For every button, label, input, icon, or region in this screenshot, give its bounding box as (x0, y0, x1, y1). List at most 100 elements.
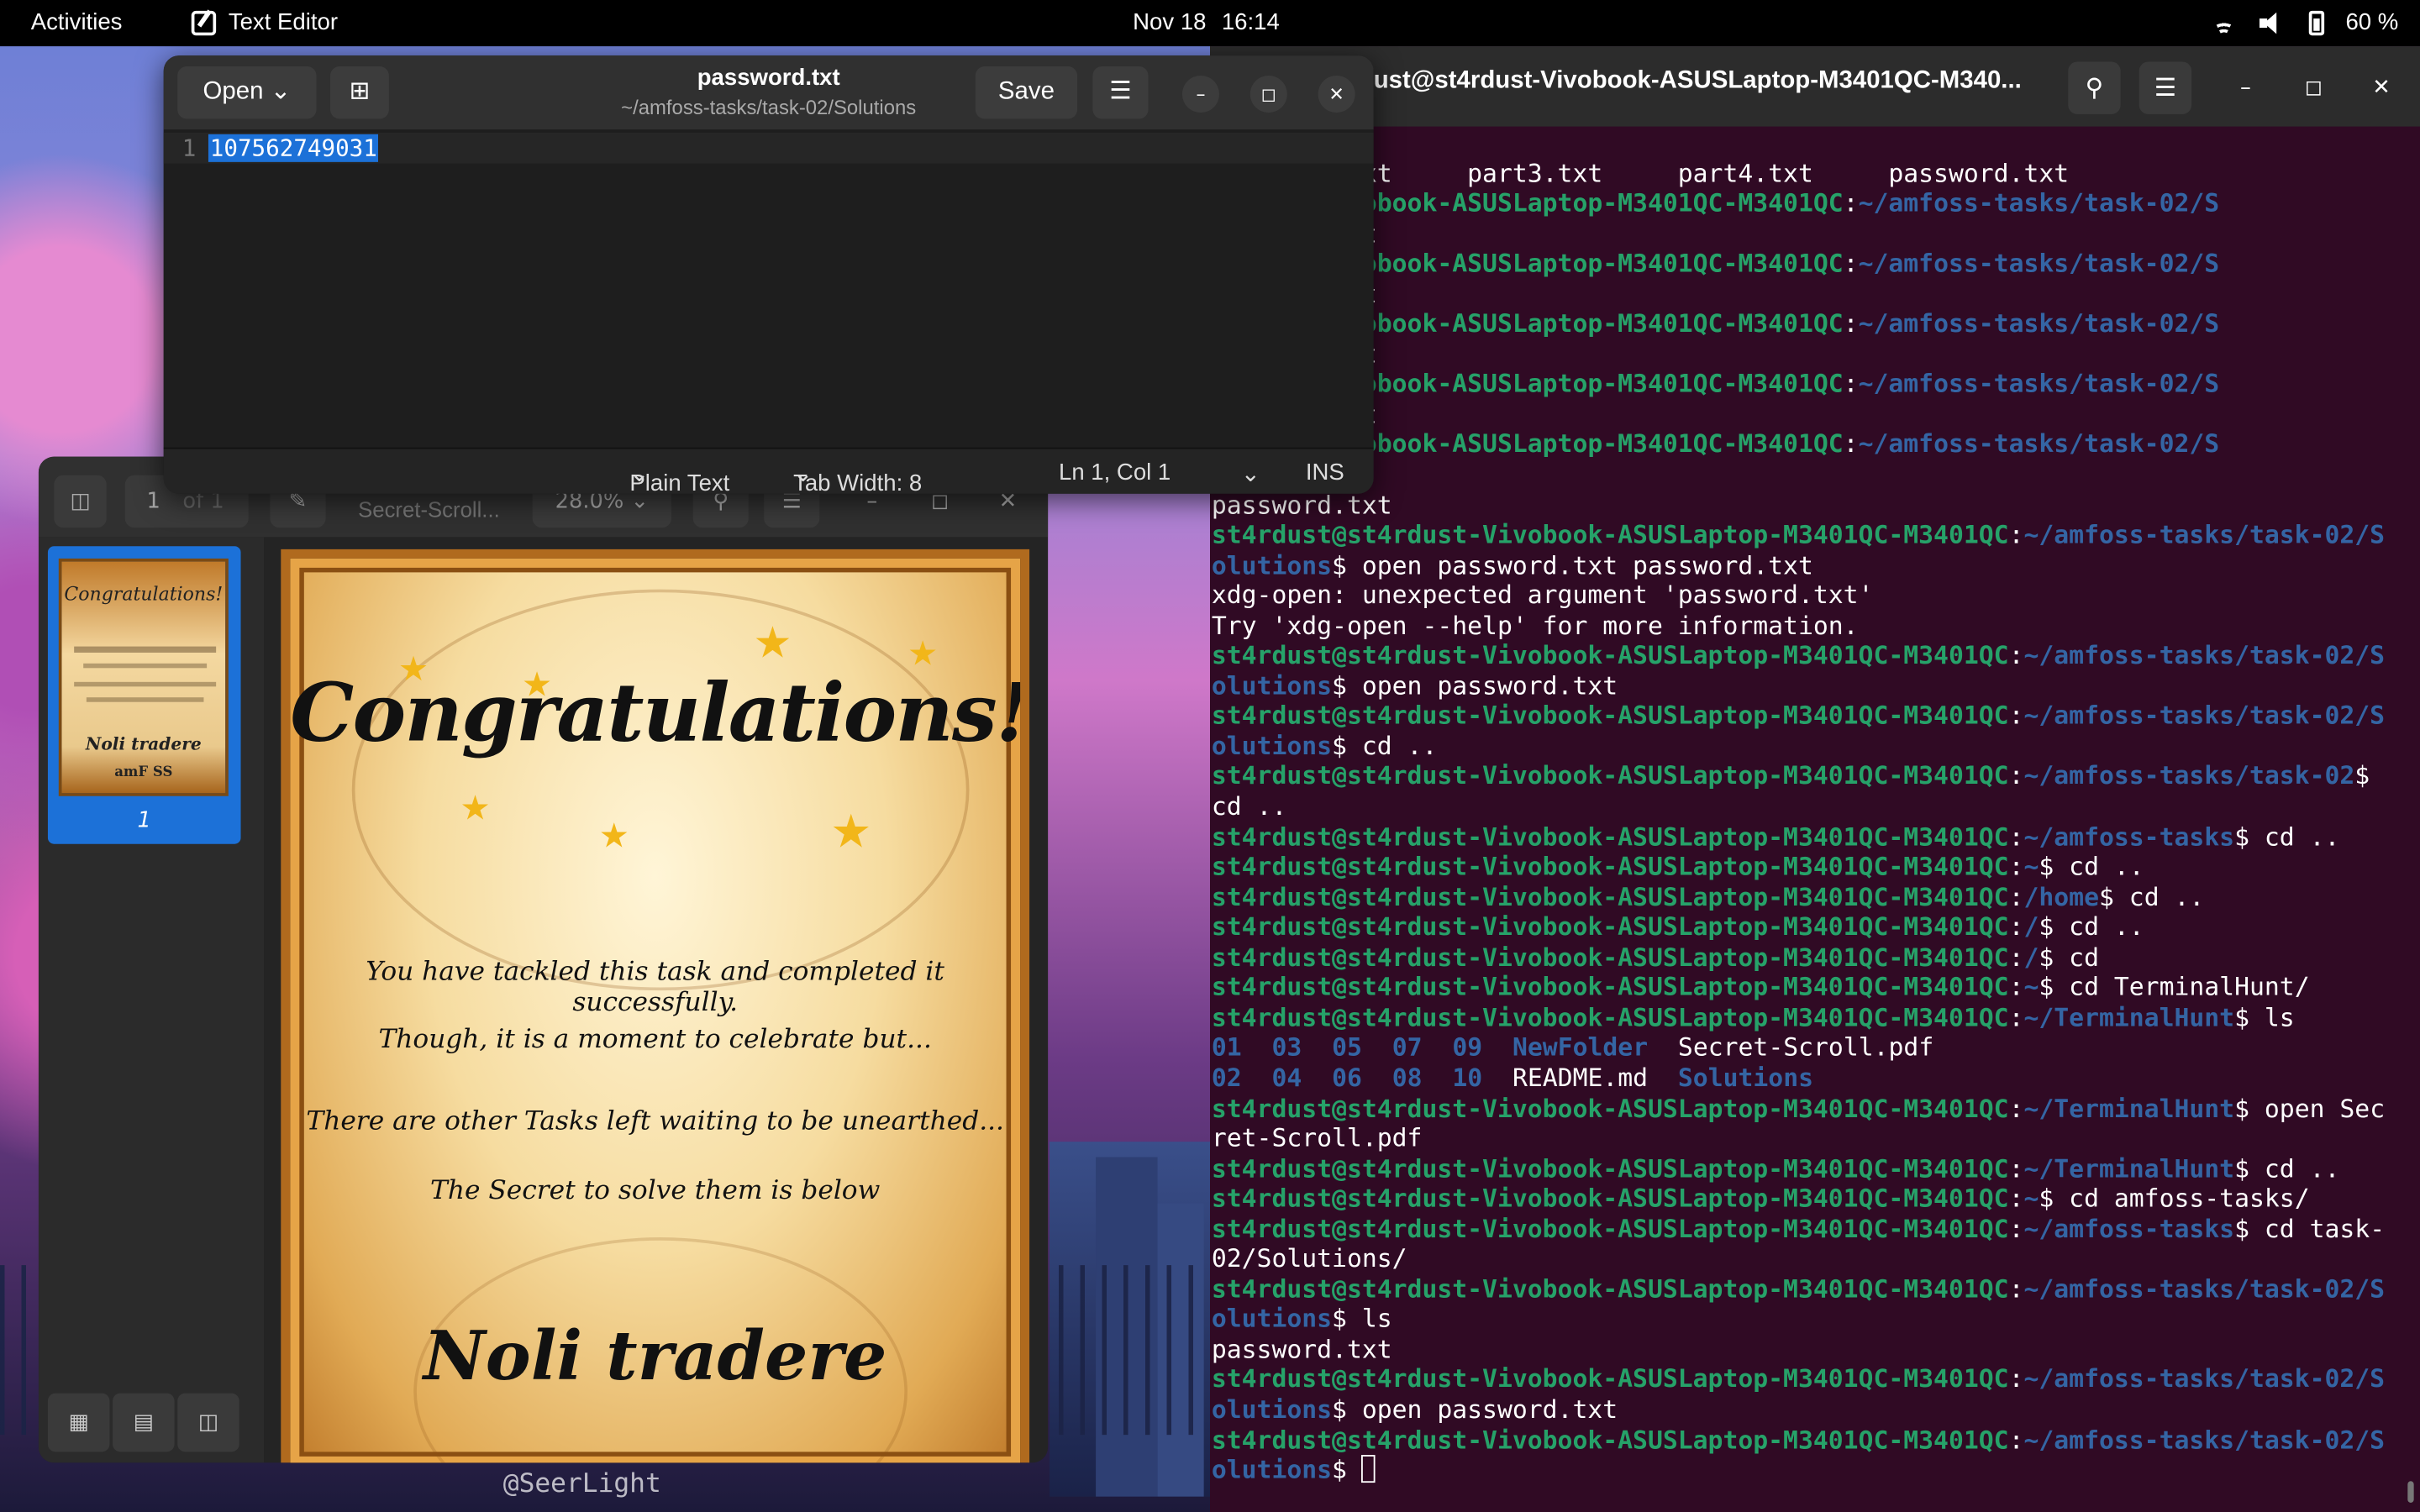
activities-button[interactable]: Activities (31, 9, 123, 35)
star-decoration: ★ (830, 805, 872, 860)
star-decoration: ★ (598, 817, 629, 857)
language-label: Plain Text (629, 470, 730, 494)
terminal-line: 02/Solutions/ (1211, 1243, 1407, 1273)
terminal-line: m part2.txt (1212, 279, 2420, 309)
terminal-line: st4rdust@st4rdust-Vivobook-ASUSLaptop-M3… (1211, 640, 2386, 670)
text-editor-icon (191, 9, 217, 35)
terminal-line: olutions$ open password.txt (1211, 1394, 1618, 1425)
terminal-window[interactable]: ust@st4rdust-Vivobook-ASUSLaptop-M3401QC… (1210, 46, 2420, 1512)
hamburger-menu-icon[interactable]: ☰ (2139, 61, 2192, 114)
minimize-icon[interactable]: – (2226, 68, 2266, 108)
terminal-line: 4rdust-Vivobook-ASUSLaptop-M3401QC-M3401… (1211, 429, 2220, 459)
terminal-line: st4rdust@st4rdust-Vivobook-ASUSLaptop-M3… (1211, 1093, 2386, 1123)
terminal-line: part2.txt part3.txt part4.txt password.t… (1211, 158, 2070, 188)
terminal-line: st4rdust@st4rdust-Vivobook-ASUSLaptop-M3… (1211, 882, 2205, 911)
terminal-cursor (1361, 1455, 1376, 1483)
app-menu[interactable]: Text Editor (191, 9, 338, 35)
terminal-line: st4rdust@st4rdust-Vivobook-ASUSLaptop-M3… (1211, 822, 2340, 852)
thumbnails-view-icon[interactable]: ▦ (47, 1393, 110, 1452)
insert-mode-indicator[interactable]: INS (1306, 459, 1344, 486)
search-icon[interactable]: ⚲ (2068, 61, 2121, 114)
terminal-line: 4rdust-Vivobook-ASUSLaptop-M3401QC-M3401… (1211, 249, 2220, 278)
terminal-title: ust@st4rdust-Vivobook-ASUSLaptop-M3401QC… (1373, 67, 2022, 95)
bookmarks-view-icon[interactable]: ◫ (177, 1393, 239, 1452)
page-thumbnail[interactable]: Congratulations! Noli tradere amF SS 1 (47, 546, 241, 844)
terminal-line: ret-Scroll.pdf (1211, 1123, 1423, 1153)
battery-icon (2308, 9, 2324, 35)
watermark: @SeerLight (502, 1468, 661, 1500)
terminal-line: st4rdust@st4rdust-Vivobook-ASUSLaptop-M3… (1211, 972, 2310, 1002)
chevron-down-icon[interactable]: ⌄ (1241, 459, 1260, 487)
terminal-line: st4rdust@st4rdust-Vivobook-ASUSLaptop-M3… (1211, 1273, 2386, 1304)
page-number-value: 1 (146, 489, 160, 514)
hamburger-menu-icon[interactable]: ☰ (1092, 66, 1149, 119)
document-viewer-window[interactable]: ◫ 1 of 1 ✎ Secret-Scroll... 28.0% ⌄ ⚲ ☰ … (38, 456, 1049, 1463)
top-bar: Activities Text Editor Nov 18 16:14 60 % (0, 0, 2420, 47)
compass-decoration (351, 589, 970, 991)
document-line-4: The Secret to solve them is below (430, 1175, 881, 1207)
editor-text-area[interactable]: 1 107562749031 (163, 129, 1374, 448)
volume-icon (2259, 11, 2287, 34)
terminal-line: st4rdust@st4rdust-Vivobook-ASUSLaptop-M3… (1211, 1213, 2386, 1243)
thumb-logo: amF SS (114, 765, 173, 781)
terminal-line: xdg-open: unexpected argument 'password.… (1211, 580, 1874, 610)
terminal-line: password.txt (1211, 1334, 1392, 1364)
sidebar-tools: ▦ ▤ ◫ (47, 1393, 239, 1452)
terminal-header: ust@st4rdust-Vivobook-ASUSLaptop-M3401QC… (1210, 46, 2420, 127)
tab-width-selector[interactable]: Tab Width: 8 ⌄ (793, 459, 922, 494)
terminal-line: olutions$ (1212, 1455, 2420, 1485)
terminal-line: 02 04 06 08 10 README.md Solutions (1211, 1063, 1814, 1093)
thumbnail-sidebar: Congratulations! Noli tradere amF SS 1 ▦… (38, 537, 265, 1463)
selected-text[interactable]: 107562749031 (208, 134, 379, 162)
terminal-line: m part4.txt (1212, 400, 2420, 430)
system-tray[interactable]: 60 % (2210, 9, 2398, 35)
wifi-icon (2210, 12, 2238, 34)
star-decoration: ★ (460, 790, 491, 829)
maximize-icon[interactable]: ◻ (2293, 68, 2333, 108)
document-heading: Congratulations! (290, 666, 1030, 761)
editor-status-bar: Plain Text ⌄ Tab Width: 8 ⌄ Ln 1, Col 1 … (163, 447, 1374, 494)
terminal-line: olutions$ open password.txt (1211, 670, 1618, 701)
line-number: 1 (182, 134, 197, 162)
terminal-line: olutions$ ls (1211, 1304, 1392, 1334)
thumb-heading: Congratulations! (64, 583, 224, 606)
text-editor-window[interactable]: Open ⌄ ⊞ password.txt ~/amfoss-tasks/tas… (163, 55, 1374, 494)
terminal-line: st4rdust@st4rdust-Vivobook-ASUSLaptop-M3… (1211, 1364, 2386, 1394)
terminal-line: Try 'xdg-open --help' for more informati… (1211, 610, 1859, 640)
thumbnail-image: Congratulations! Noli tradere amF SS (58, 558, 229, 796)
terminal-line: m pa (1212, 128, 2420, 158)
terminal-line: password.txt (1211, 490, 1392, 520)
annotations-view-icon[interactable]: ▤ (113, 1393, 175, 1452)
save-button[interactable]: Save (975, 66, 1078, 119)
terminal-line: olutions$ open password.txt password.txt (1211, 550, 1813, 580)
minimize-icon[interactable]: – (1181, 76, 1220, 113)
sidebar-toggle-icon[interactable]: ◫ (54, 475, 107, 528)
terminal-line: m part3.txt (1212, 339, 2420, 370)
terminal-line: st4rdust@st4rdust-Vivobook-ASUSLaptop-M3… (1211, 1153, 2340, 1184)
star-decoration: ★ (753, 617, 792, 669)
terminal-line: st4rdust@st4rdust-Vivobook-ASUSLaptop-M3… (1211, 761, 2370, 791)
tab-width-label: Tab Width: 8 (793, 470, 923, 494)
document-line-2: Though, it is a moment to celebrate but.… (378, 1024, 932, 1056)
maximize-icon[interactable]: ◻ (1249, 76, 1287, 113)
document-line-1: You have tackled this task and completed… (366, 956, 944, 1019)
terminal-line: st4rdust@st4rdust-Vivobook-ASUSLaptop-M3… (1211, 1425, 2386, 1455)
viewer-title: Secret-Scroll... (358, 496, 500, 522)
terminal-line: s (1212, 459, 2420, 490)
terminal-line: 4rdust-Vivobook-ASUSLaptop-M3401QC-M3401… (1211, 188, 2220, 218)
clock[interactable]: Nov 18 16:14 (1133, 9, 1280, 35)
document-line-3: There are other Tasks left waiting to be… (306, 1105, 1004, 1137)
terminal-line: olutions$ cd .. (1211, 731, 1438, 761)
close-icon[interactable]: ✕ (2361, 68, 2402, 108)
terminal-line: st4rdust@st4rdust-Vivobook-ASUSLaptop-M3… (1211, 701, 2386, 731)
terminal-line: 01 03 05 07 09 NewFolder Secret-Scroll.p… (1211, 1032, 1934, 1063)
pdf-page[interactable]: ★ ★ ★ ★ ★ ★ ★ Congratulations! You have … (281, 549, 1030, 1463)
terminal-output[interactable]: m pa part2.txt part3.txt part4.txt passw… (1210, 127, 2420, 1512)
close-icon[interactable]: ✕ (1318, 76, 1355, 113)
terminal-line: st4rdust@st4rdust-Vivobook-ASUSLaptop-M3… (1211, 1184, 2310, 1213)
terminal-line: st4rdust@st4rdust-Vivobook-ASUSLaptop-M3… (1211, 942, 2099, 972)
language-selector[interactable]: Plain Text ⌄ (629, 459, 729, 494)
terminal-line: st4rdust@st4rdust-Vivobook-ASUSLaptop-M3… (1211, 1002, 2295, 1032)
terminal-scrollbar[interactable] (2407, 1481, 2414, 1503)
clock-time: 16:14 (1221, 9, 1280, 36)
